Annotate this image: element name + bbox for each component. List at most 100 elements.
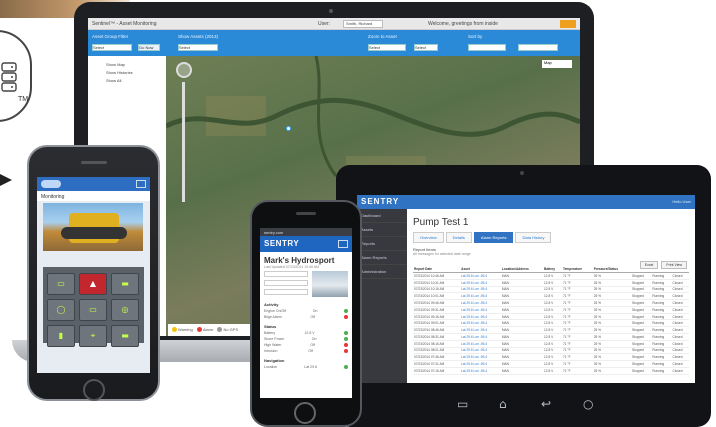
table-row[interactable]: 07/23/2014 07:46 AM Lat 29.6 Lon -95.4 MAN… (413, 353, 689, 362)
location-pin-tile-icon[interactable]: ⌖ (79, 325, 107, 347)
table-cell: 12.8 V (543, 353, 562, 362)
table-cell[interactable]: Lat 29.6 Lon -95.4 (460, 333, 501, 341)
back-icon[interactable]: ↩ (541, 397, 551, 411)
arrow-right-icon (0, 174, 12, 186)
group-filter-select[interactable]: Select (92, 44, 132, 51)
table-cell: 07/23/2014 07:16 AM (413, 367, 461, 375)
nav-item-dashboard[interactable]: Dashboard (357, 209, 407, 223)
battery-tile-icon[interactable]: ▬ (111, 273, 139, 295)
user-select[interactable]: Smith, Richard (343, 20, 383, 28)
sort-select[interactable] (468, 44, 506, 51)
table-row[interactable]: 07/23/2014 09:16 AM Lat 29.6 Lon -95.4 MAN… (413, 313, 689, 321)
map-zoom-slider[interactable] (182, 82, 185, 202)
table-cell[interactable]: Lat 29.6 Lon -95.4 (460, 360, 501, 368)
asset-marker[interactable] (286, 126, 291, 131)
table-cell[interactable]: Lat 29.6 Lon -95.4 (460, 340, 501, 348)
table-cell[interactable]: Lat 29.6 Lon -95.4 (460, 319, 501, 328)
cloud-tile-icon[interactable]: ◯ (47, 299, 75, 321)
table-row[interactable]: 07/23/2014 10:01 AM Lat 29.6 Lon -95.4 MAN… (413, 292, 689, 301)
table-cell: 71 °F (561, 299, 593, 307)
go-now-button[interactable]: Go Now (138, 44, 160, 51)
android-softkeys: ▭ ⌂ ↩ ○ (357, 391, 695, 417)
table-cell[interactable]: Lat 29.6 Lon -95.4 (460, 292, 501, 301)
table-cell[interactable]: Lat 29.6 Lon -95.4 (460, 353, 501, 362)
table-cell[interactable]: Lat 29.6 Lon -95.4 (460, 313, 501, 321)
table-cell: 07/23/2014 08:16 AM (413, 340, 461, 348)
gauge-tile-icon[interactable]: ◎ (111, 299, 139, 321)
table-cell[interactable]: Lat 29.6 Lon -95.4 (460, 279, 501, 287)
sentry-logo[interactable]: SENTRY (361, 197, 399, 206)
table-cell[interactable]: Lat 29.6 Lon -95.4 (460, 272, 501, 280)
table-cell: Stopped (631, 333, 652, 341)
table-cell[interactable]: Lat 29.6 Lon -95.4 (460, 306, 501, 314)
logout-button[interactable] (560, 20, 576, 28)
table-cell: Stopped (631, 340, 652, 348)
nav-item-reports[interactable]: Reports (357, 237, 407, 251)
sentry-logo[interactable] (41, 180, 61, 188)
browser-url-bar[interactable]: sentry.com (260, 228, 352, 236)
phone-screen: sentry.com SENTRY Mark's Hydrosport Last… (260, 228, 352, 398)
table-row[interactable]: 07/23/2014 10:16 AM Lat 29.6 Lon -95.4 MAN… (413, 286, 689, 294)
table-row[interactable]: 07/23/2014 09:31 AM Lat 29.6 Lon -95.4 MAN… (413, 306, 689, 314)
table-cell[interactable]: Lat 29.6 Lon -95.4 (460, 326, 501, 335)
monitor-tile-icon[interactable]: ▭ (79, 299, 107, 321)
mobile-topbar (37, 177, 150, 191)
home-button[interactable] (83, 379, 105, 401)
map-pan-control[interactable] (176, 62, 192, 78)
table-cell: 07/23/2014 09:31 AM (413, 306, 461, 314)
table-row[interactable]: 07/23/2014 10:31 AM Lat 29.6 Lon -95.4 MAN… (413, 279, 689, 287)
table-row[interactable]: 07/23/2014 09:46 AM Lat 29.6 Lon -95.4 MAN… (413, 299, 689, 307)
table-row[interactable]: 07/23/2014 08:46 AM Lat 29.6 Lon -95.4 MAN… (413, 326, 689, 335)
menu-icon[interactable] (136, 180, 146, 188)
table-cell[interactable]: Lat 29.6 Lon -95.4 (460, 299, 501, 307)
nav-item-assets[interactable]: Assets (357, 223, 407, 237)
table-row[interactable]: 07/23/2014 07:31 AM Lat 29.6 Lon -95.4 MAN… (413, 360, 689, 368)
sidebar-item-show-histories[interactable]: Show Histories (106, 70, 162, 75)
search-icon[interactable]: ○ (583, 397, 593, 411)
sentry-logo[interactable]: SENTRY (264, 239, 299, 248)
tab-overview[interactable]: Overview (413, 232, 444, 243)
nav-item-alarm-reports[interactable]: Alarm Reports (357, 251, 407, 265)
table-cell[interactable]: Lat 29.6 Lon -95.4 (460, 286, 501, 294)
sidebar-item-show-map[interactable]: Show Map (106, 62, 162, 67)
status-item: Location Lat 29.6 (260, 364, 352, 370)
sidebar-item-show-all[interactable]: Show All (106, 78, 162, 83)
alarm-label: Alarm (202, 327, 214, 332)
table-row[interactable]: 07/23/2014 08:01 AM Lat 29.6 Lon -95.4 MAN… (413, 347, 689, 355)
table-row[interactable]: 07/23/2014 08:16 AM Lat 29.6 Lon -95.4 MAN… (413, 340, 689, 348)
show-assets-label: Show Assets (2013) (178, 34, 219, 39)
table-row[interactable]: 07/23/2014 07:16 AM Lat 29.6 Lon -95.4 MAN… (413, 367, 689, 375)
table-row[interactable]: 07/23/2014 09:01 AM Lat 29.6 Lon -95.4 MAN… (413, 319, 689, 328)
tab-alarm-reports[interactable]: Alarm Reports (473, 232, 514, 243)
nav-item-administration[interactable]: Administration (357, 265, 407, 279)
alarm-tile-icon[interactable]: ▲ (79, 273, 107, 295)
table-cell: Running (651, 299, 672, 307)
table-cell: 07/23/2014 09:46 AM (413, 299, 461, 307)
map-type-button[interactable]: Map (542, 60, 572, 68)
table-row[interactable]: 07/23/2014 10:46 AM Lat 29.6 Lon -95.4 MAN… (413, 272, 689, 280)
asset-select[interactable]: Select (178, 44, 218, 51)
zoom-select-2[interactable]: Select (414, 44, 438, 51)
zoom-select[interactable]: Select (368, 44, 406, 51)
table-cell: 71 °F (561, 340, 593, 348)
home-icon[interactable]: ⌂ (499, 397, 507, 411)
print-view-button[interactable]: Print View (661, 261, 687, 269)
tab-data-history[interactable]: Data History (515, 232, 552, 243)
device-showcase: TM Sentinel™ - Asset Monitoring User: Sm… (0, 0, 716, 427)
excel-button[interactable]: Excel (639, 261, 659, 269)
table-row[interactable]: 07/23/2014 08:31 AM Lat 29.6 Lon -95.4 MAN… (413, 333, 689, 341)
extra-select[interactable] (518, 44, 558, 51)
menu-icon[interactable] (338, 240, 348, 248)
recent-apps-icon[interactable]: ▭ (457, 397, 468, 411)
user-menu-link[interactable]: Hello User (672, 199, 691, 204)
signal-tile-icon[interactable]: ▬ (111, 325, 139, 347)
table-cell[interactable]: Lat 29.6 Lon -95.4 (460, 347, 501, 355)
tile-icon[interactable]: ▭ (47, 273, 75, 295)
table-cell[interactable]: Lat 29.6 Lon -95.4 (460, 367, 501, 375)
table-cell: MAN (500, 272, 544, 280)
home-button[interactable] (294, 402, 316, 424)
table-cell: 12.8 V (543, 272, 562, 280)
tab-details[interactable]: Details (445, 232, 472, 243)
status-dot-icon (343, 309, 348, 313)
fuel-tile-icon[interactable]: ▮ (47, 325, 75, 347)
